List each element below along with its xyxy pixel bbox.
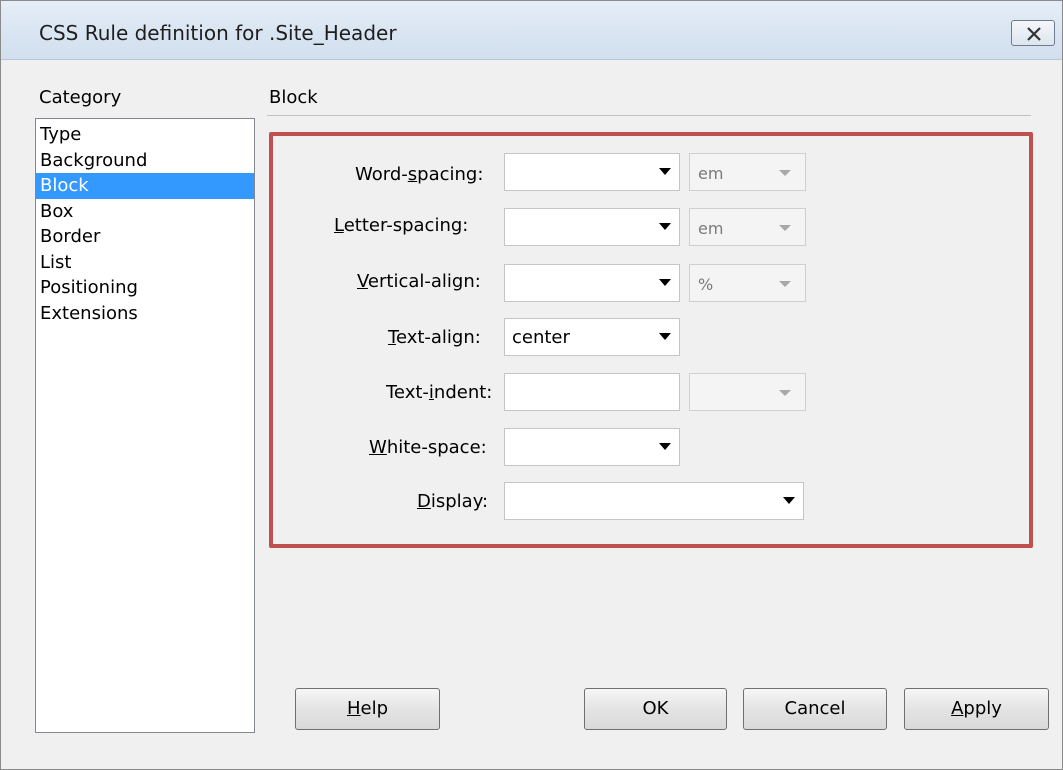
text-indent-label: Text-indent: [386,382,493,403]
text-align-label: Text-align: [388,327,481,348]
text-align-value: center [512,327,570,348]
chevron-down-icon [779,225,791,231]
chevron-down-icon [659,168,671,175]
apply-button[interactable]: Apply [904,688,1049,730]
title-bar: CSS Rule definition for .Site_Header [1,1,1062,60]
chevron-down-icon [659,333,671,340]
text-indent-input[interactable] [504,373,680,411]
display-select[interactable] [504,482,804,520]
chevron-down-icon [659,223,671,230]
category-item-block[interactable]: Block [36,173,254,199]
chevron-down-icon [779,170,791,176]
ok-button[interactable]: OK [584,688,727,730]
white-space-label: White-space: [369,437,487,458]
chevron-down-icon [659,443,671,450]
close-button[interactable] [1011,20,1055,46]
display-label: Display: [417,491,489,512]
section-divider [267,115,1031,116]
vertical-align-label: Vertical-align: [357,271,481,292]
category-item-list[interactable]: List [36,250,254,276]
category-item-extensions[interactable]: Extensions [36,301,254,327]
category-item-border[interactable]: Border [36,224,254,250]
white-space-select[interactable] [504,428,680,466]
word-spacing-select[interactable] [504,153,680,191]
category-item-positioning[interactable]: Positioning [36,275,254,301]
section-title: Block [269,87,318,108]
vertical-align-select[interactable] [504,264,680,302]
category-item-box[interactable]: Box [36,199,254,225]
cancel-button[interactable]: Cancel [743,688,887,730]
text-align-select[interactable]: center [504,318,680,356]
word-spacing-unit-select[interactable]: em [689,153,806,191]
word-spacing-label: Word-spacing: [355,164,484,185]
chevron-down-icon [783,497,795,504]
letter-spacing-unit-select[interactable]: em [689,208,806,246]
help-button[interactable]: Help [295,688,440,730]
category-list[interactable]: Type Background Block Box Border List Po… [35,118,255,733]
dialog-title: CSS Rule definition for .Site_Header [39,21,397,45]
close-icon [1027,27,1041,41]
letter-spacing-select[interactable] [504,208,680,246]
category-item-background[interactable]: Background [36,148,254,174]
css-rule-dialog: CSS Rule definition for .Site_Header Cat… [0,0,1063,770]
letter-spacing-unit: em [698,219,724,238]
chevron-down-icon [779,281,791,287]
word-spacing-unit: em [698,164,724,183]
category-label: Category [39,87,122,108]
vertical-align-unit-select[interactable]: % [689,264,806,302]
category-item-type[interactable]: Type [36,122,254,148]
chevron-down-icon [779,390,791,396]
letter-spacing-label: Letter-spacing: [334,215,469,236]
vertical-align-unit: % [698,275,714,294]
chevron-down-icon [659,279,671,286]
text-indent-unit-select[interactable] [689,373,806,411]
